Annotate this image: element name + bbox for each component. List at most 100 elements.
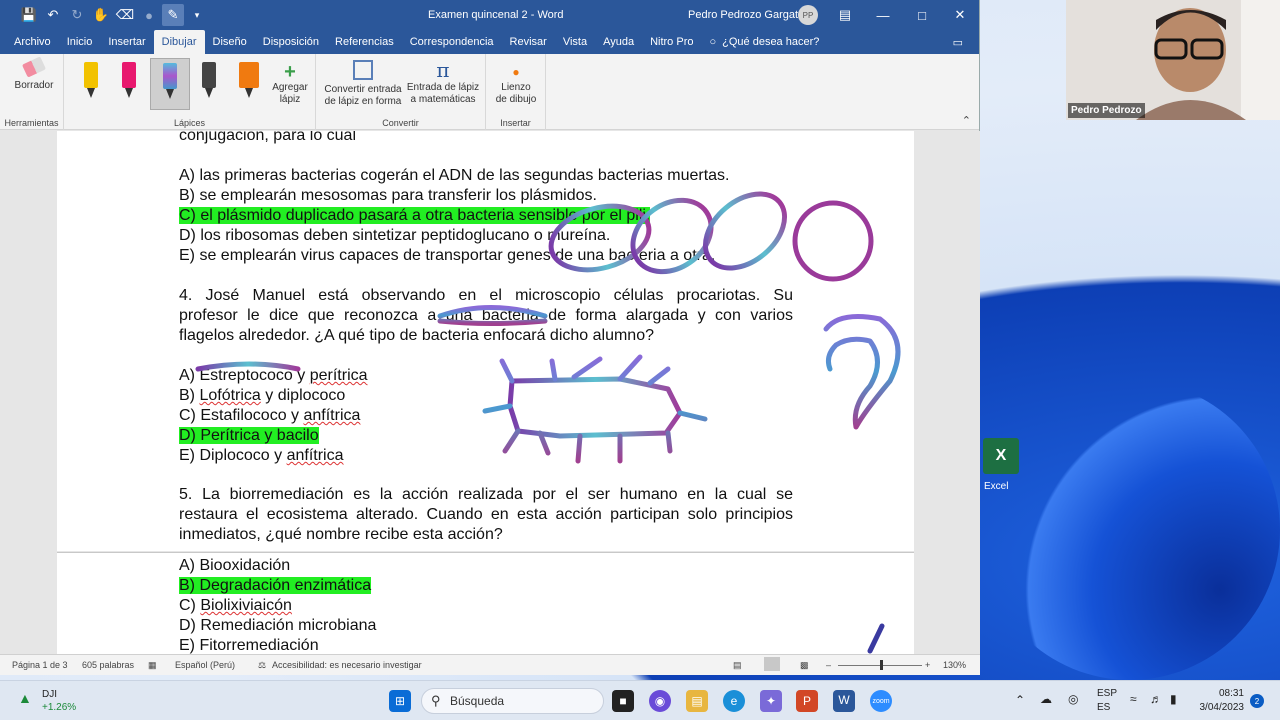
- word-window: 💾 ↶ ↻ ✋ ⌫ ● ✎ ▾ Examen quincenal 2 - Wor…: [0, 0, 980, 675]
- pen-yellow[interactable]: [72, 58, 110, 106]
- ink-to-shape-icon: [353, 60, 373, 80]
- ribbon-display-icon[interactable]: ▤: [826, 0, 864, 30]
- group-lapices-label: Lápices: [173, 118, 206, 128]
- tab-referencias[interactable]: Referencias: [327, 30, 402, 54]
- lightbulb-icon: ○: [709, 36, 717, 48]
- zoom-in-button[interactable]: +: [925, 660, 930, 670]
- notification-badge[interactable]: 2: [1250, 694, 1264, 708]
- add-pencil-button[interactable]: + Agregar lápiz: [266, 62, 314, 106]
- ink-to-shape-button[interactable]: Convertir entrada de lápiz en forma: [322, 60, 404, 108]
- ink-circle: [792, 200, 874, 282]
- stock-change[interactable]: +1.26%: [42, 702, 76, 713]
- word-taskbar-icon[interactable]: W: [833, 690, 855, 712]
- group-lapices: + Agregar lápiz Lápices: [64, 54, 316, 130]
- eraser-label: Borrador: [14, 80, 54, 91]
- eraser-qa-icon[interactable]: ⌫: [114, 4, 136, 26]
- tab-revisar[interactable]: Revisar: [502, 30, 555, 54]
- webcam-name-label: Pedro Pedrozo: [1068, 103, 1145, 118]
- group-insertar: ● Lienzo de dibujo Insertar: [486, 54, 546, 130]
- tell-me-label: ¿Qué desea hacer?: [722, 36, 820, 48]
- pen-orange[interactable]: [230, 58, 268, 106]
- read-mode-icon[interactable]: ▤: [733, 660, 742, 671]
- add-pencil-label-2: lápiz: [279, 94, 301, 105]
- file-explorer-icon[interactable]: ▤: [686, 690, 708, 712]
- excel-icon[interactable]: X: [983, 438, 1019, 474]
- customize-qa-icon[interactable]: ▾: [186, 4, 208, 26]
- stock-name[interactable]: DJI: [42, 689, 57, 700]
- microphone-icon[interactable]: ◎: [1068, 692, 1078, 706]
- zoom-slider-handle[interactable]: [880, 660, 883, 670]
- taskbar-search[interactable]: ⚲ Búsqueda: [421, 688, 604, 714]
- proofing-icon[interactable]: ▦: [148, 660, 157, 671]
- page-count[interactable]: Página 1 de 3: [12, 660, 68, 670]
- shape-icon[interactable]: ●: [138, 4, 160, 26]
- close-button[interactable]: ✕: [941, 0, 979, 30]
- ink-loop: [548, 203, 652, 273]
- web-layout-icon[interactable]: ▩: [800, 660, 809, 671]
- document-area[interactable]: conjugación, para lo cual A) las primera…: [0, 131, 980, 654]
- zoom-out-button[interactable]: –: [826, 660, 831, 670]
- eraser-button[interactable]: Borrador: [10, 56, 58, 92]
- battery-icon[interactable]: ▮: [1170, 692, 1177, 706]
- language[interactable]: Español (Perú): [175, 660, 235, 670]
- tell-me-search[interactable]: ○ ¿Qué desea hacer?: [701, 30, 827, 54]
- document-title: Examen quincenal 2 - Word: [428, 9, 564, 21]
- webcam-video: Pedro Pedrozo: [1066, 0, 1280, 120]
- stock-chart-icon[interactable]: ▲: [18, 690, 32, 706]
- task-view-icon[interactable]: ■: [612, 690, 634, 712]
- powerpoint-icon[interactable]: P: [796, 690, 818, 712]
- chat-icon[interactable]: ◉: [649, 690, 671, 712]
- avatar[interactable]: PP: [798, 5, 818, 25]
- onedrive-icon[interactable]: ☁: [1040, 692, 1052, 706]
- input-language[interactable]: ESP ES: [1097, 688, 1117, 713]
- tab-dibujar[interactable]: Dibujar: [153, 30, 205, 54]
- chevron-up-icon[interactable]: ⌃: [1015, 693, 1025, 707]
- touch-mode-icon[interactable]: ✋: [90, 4, 112, 26]
- search-icon: ⚲: [431, 693, 441, 708]
- ink-underline: [437, 305, 548, 326]
- ink-annotations: [195, 191, 901, 654]
- group-herramientas: Borrador Herramientas: [0, 54, 64, 130]
- tab-ayuda[interactable]: Ayuda: [595, 30, 642, 54]
- tab-vista[interactable]: Vista: [555, 30, 595, 54]
- undo-icon[interactable]: ↶: [42, 4, 64, 26]
- drawing-canvas-button[interactable]: ● Lienzo de dibujo: [490, 62, 542, 106]
- zoom-app-icon[interactable]: zoom: [870, 690, 892, 712]
- tab-disposicion[interactable]: Disposición: [255, 30, 327, 54]
- wifi-icon[interactable]: ≈: [1130, 692, 1137, 706]
- copilot-icon[interactable]: ✦: [760, 690, 782, 712]
- pen-qa-icon[interactable]: ✎: [162, 4, 184, 26]
- maximize-button[interactable]: □: [903, 0, 941, 30]
- tab-inicio[interactable]: Inicio: [59, 30, 101, 54]
- pen-pink[interactable]: [110, 58, 148, 106]
- math-label: Entrada de lápiz: [406, 82, 480, 93]
- minimize-button[interactable]: —: [864, 0, 902, 30]
- start-icon[interactable]: ⊞: [389, 690, 411, 712]
- print-layout-icon[interactable]: [764, 657, 780, 671]
- pen-dark[interactable]: [190, 58, 228, 106]
- ink-to-math-button[interactable]: π Entrada de lápiz a matemáticas: [404, 58, 482, 106]
- tab-diseno[interactable]: Diseño: [205, 30, 255, 54]
- tab-nitro-pro[interactable]: Nitro Pro: [642, 30, 701, 54]
- clock[interactable]: 08:31 3/04/2023: [1196, 688, 1245, 713]
- search-placeholder: Búsqueda: [450, 694, 505, 708]
- pen-icon: [84, 62, 98, 98]
- tab-insertar[interactable]: Insertar: [100, 30, 153, 54]
- redo-icon[interactable]: ↻: [66, 4, 88, 26]
- tab-archivo[interactable]: Archivo: [6, 30, 59, 54]
- add-pencil-label: Agregar: [272, 82, 308, 93]
- comments-icon[interactable]: ▭: [945, 30, 971, 54]
- save-icon[interactable]: 💾: [18, 4, 40, 26]
- tab-correspondencia[interactable]: Correspondencia: [402, 30, 502, 54]
- collapse-ribbon-icon[interactable]: ⌃: [962, 114, 971, 127]
- accessibility-status[interactable]: Accesibilidad: es necesario investigar: [272, 660, 422, 670]
- pen-galaxy-selected[interactable]: [150, 58, 190, 110]
- excel-desktop-label[interactable]: Excel: [984, 481, 1008, 492]
- word-count[interactable]: 605 palabras: [82, 660, 134, 670]
- canvas-label-2: de dibujo: [495, 94, 537, 105]
- canvas-icon: ●: [512, 65, 520, 79]
- zoom-level[interactable]: 130%: [943, 660, 966, 670]
- edge-icon[interactable]: e: [723, 690, 745, 712]
- speaker-icon[interactable]: ♬: [1150, 692, 1162, 706]
- user-name[interactable]: Pedro Pedrozo Gargate: [688, 9, 804, 21]
